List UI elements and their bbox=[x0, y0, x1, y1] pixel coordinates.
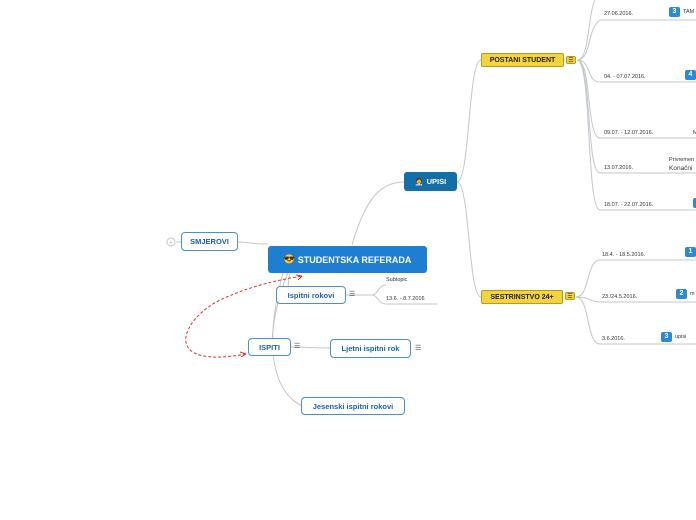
sestrinstvo-item-text: m bbox=[690, 291, 695, 297]
central-topic-label: STUDENTSKA REFERADA bbox=[297, 254, 412, 265]
postani-item-date: 13.07.2016. bbox=[604, 165, 634, 171]
postani-item-text: Konačni bbox=[669, 165, 693, 172]
topic-postani-label: POSTANI STUDENT bbox=[489, 56, 556, 64]
sestrinstvo-item-text: upisi bbox=[675, 334, 687, 340]
postani-item-text: TAM bbox=[683, 9, 695, 15]
topic-ljetni-label: Ljetni ispitni rok bbox=[341, 344, 400, 353]
notes-icon[interactable]: ☰ bbox=[294, 343, 300, 350]
topic-smjerovi-label: SMJEROVI bbox=[190, 237, 229, 246]
central-topic[interactable]: 😎 STUDENTSKA REFERADA bbox=[268, 246, 427, 273]
notes-icon[interactable]: ☰ bbox=[565, 292, 575, 300]
number-badge: 1 bbox=[685, 247, 696, 257]
notes-icon[interactable]: ☰ bbox=[415, 345, 421, 352]
topic-smjerovi[interactable]: SMJEROVI bbox=[181, 232, 238, 251]
svg-text:+: + bbox=[170, 240, 173, 246]
topic-ljetni-ispitni-rok[interactable]: Ljetni ispitni rok bbox=[330, 339, 411, 358]
student-icon: 🧑‍⚕️ bbox=[414, 178, 424, 186]
number-badge: 4 bbox=[685, 70, 696, 80]
sestrinstvo-item-date: 3.6.2016. bbox=[602, 336, 625, 342]
topic-jesenski-ispitni-rokovi[interactable]: Jesenski ispitni rokovi bbox=[301, 397, 405, 415]
topic-sestrinstvo[interactable]: SESTRINSTVO 24+ bbox=[481, 290, 563, 304]
subtopic-label: Subtopic bbox=[386, 277, 408, 283]
topic-upisi[interactable]: 🧑‍⚕️ UPISI bbox=[404, 172, 457, 191]
subtopic-date: 13.6. - 8.7.2016 bbox=[386, 296, 425, 302]
postani-item-date: 27.06.2016. bbox=[604, 11, 634, 17]
topic-jesenski-label: Jesenski ispitni rokovi bbox=[312, 401, 394, 411]
topic-ispiti-label: ISPITI bbox=[259, 342, 280, 352]
topic-ispitni-rokovi-label: Ispitni rokovi bbox=[287, 290, 335, 300]
notes-icon[interactable]: ☰ bbox=[349, 291, 355, 298]
sunglasses-icon: 😎 bbox=[283, 254, 295, 264]
number-badge: 2 bbox=[676, 289, 687, 299]
postani-item-date: 04. - 07.07.2016. bbox=[604, 74, 646, 80]
sestrinstvo-item-date: 23./24.5.2016. bbox=[602, 294, 638, 300]
topic-sestrinstvo-label: SESTRINSTVO 24+ bbox=[490, 293, 554, 301]
sestrinstvo-item-date: 18.4. - 18.5.2016. bbox=[602, 252, 646, 258]
postani-item-date: 09.07. - 12.07.2016. bbox=[604, 130, 654, 136]
number-badge: 3 bbox=[669, 7, 680, 17]
topic-postani-student[interactable]: POSTANI STUDENT bbox=[481, 53, 564, 67]
topic-upisi-label: UPISI bbox=[426, 177, 447, 186]
topic-ispitni-rokovi[interactable]: Ispitni rokovi bbox=[276, 286, 346, 304]
postani-item-date: 18.07. - 22.07.2016. bbox=[604, 202, 654, 208]
notes-icon[interactable]: ☰ bbox=[566, 56, 576, 64]
postani-item-text: Privremen bbox=[669, 157, 695, 163]
topic-ispiti[interactable]: ISPITI bbox=[248, 338, 291, 356]
number-badge: 3 bbox=[661, 332, 672, 342]
